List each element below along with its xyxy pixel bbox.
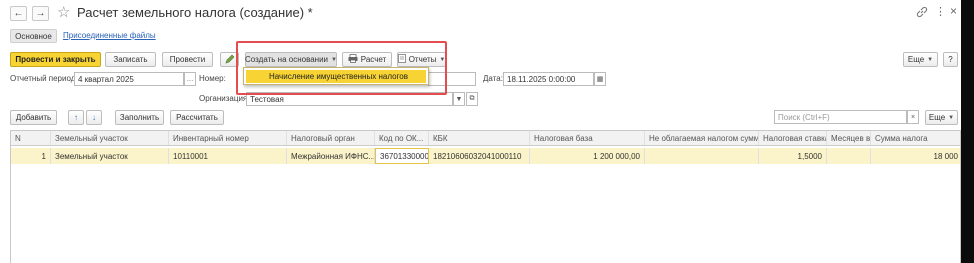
period-select-button[interactable]: … — [184, 72, 196, 86]
date-field[interactable]: 18.11.2025 0:00:00 — [503, 72, 594, 86]
tax-authority-cell[interactable]: Межрайонная ИФНС... — [287, 148, 375, 164]
organization-dropdown-button[interactable]: ▼ — [453, 92, 465, 106]
column-header[interactable]: Налоговый орган — [287, 131, 375, 145]
chevron-down-icon: ▼ — [948, 114, 955, 121]
organization-label: Организация: — [199, 94, 250, 103]
row-number: 1 — [11, 148, 51, 164]
add-row-button[interactable]: Добавить — [10, 110, 57, 125]
clear-search-icon[interactable]: × — [907, 110, 919, 124]
search-input[interactable]: Поиск (Ctrl+F) — [774, 110, 907, 124]
column-header[interactable]: Инвентарный номер — [169, 131, 287, 145]
forward-button[interactable]: → — [32, 6, 49, 21]
column-header[interactable]: Не облагаемая налогом сумма — [645, 131, 759, 145]
table-row[interactable]: 1 Земельный участок 10110001 Межрайонная… — [11, 148, 960, 164]
column-header[interactable]: Налоговая база — [530, 131, 645, 145]
date-label: Дата: — [483, 74, 503, 83]
table-header: N Земельный участок Инвентарный номер На… — [11, 131, 960, 146]
document-window: ← → ☆ Расчет земельного налога (создание… — [0, 0, 961, 263]
tax-table: N Земельный участок Инвентарный номер На… — [10, 130, 961, 263]
back-button[interactable]: ← — [10, 6, 27, 21]
months-owned-cell[interactable] — [827, 148, 871, 164]
column-header[interactable]: Налоговая ставка — [759, 131, 827, 145]
help-button[interactable]: ? — [943, 52, 958, 67]
inventory-number-cell[interactable]: 10110001 — [169, 148, 287, 164]
arrow-up-icon: ↑ — [74, 113, 78, 122]
table-more-label: Еще — [928, 113, 946, 122]
save-button[interactable]: Записать — [105, 52, 156, 67]
more-vertical-icon[interactable]: ⋮ — [935, 5, 946, 18]
move-up-button[interactable]: ↑ — [68, 110, 84, 125]
chevron-down-icon: ▼ — [927, 56, 934, 63]
calendar-icon[interactable]: ▦ — [594, 72, 606, 86]
tab-attached-files[interactable]: Присоединенные файлы — [63, 31, 156, 40]
land-plot-cell[interactable]: Земельный участок — [51, 148, 169, 164]
tab-main[interactable]: Основное — [10, 29, 57, 43]
more-button[interactable]: Еще ▼ — [903, 52, 938, 67]
highlight-callout — [236, 41, 447, 95]
period-field[interactable]: 4 квартал 2025 — [74, 72, 184, 86]
tax-rate-cell[interactable]: 1,5000 — [759, 148, 827, 164]
fill-button[interactable]: Заполнить — [115, 110, 164, 125]
exempt-amount-cell[interactable] — [645, 148, 759, 164]
number-label: Номер: — [199, 74, 226, 83]
link-icon[interactable] — [916, 6, 928, 18]
column-header[interactable]: Код по ОК... — [375, 131, 429, 145]
period-label: Отчетный период: — [10, 74, 78, 83]
column-header[interactable]: N — [11, 131, 51, 145]
post-and-close-button[interactable]: Провести и закрыть — [10, 52, 101, 67]
column-header[interactable]: Сумма налога — [871, 131, 961, 145]
arrow-down-icon: ↓ — [92, 113, 96, 122]
column-header[interactable]: КБК — [429, 131, 530, 145]
arrow-right-icon: → — [35, 8, 46, 19]
table-more-button[interactable]: Еще ▼ — [925, 110, 958, 125]
page-title: Расчет земельного налога (создание) * — [77, 5, 313, 20]
column-header[interactable]: Земельный участок — [51, 131, 169, 145]
tax-base-cell[interactable]: 1 200 000,00 — [530, 148, 645, 164]
column-header[interactable]: Месяцев вл... — [827, 131, 871, 145]
arrow-left-icon: ← — [13, 8, 24, 19]
oktmo-code-cell[interactable]: 36701330000 — [375, 148, 429, 164]
favorite-star-icon[interactable]: ☆ — [57, 3, 70, 21]
pencil-icon — [225, 54, 235, 66]
tax-amount-cell[interactable]: 18 000 — [871, 148, 961, 164]
close-icon[interactable]: × — [950, 4, 957, 18]
calculate-button[interactable]: Рассчитать — [170, 110, 224, 125]
open-link-icon[interactable]: ⧉ — [466, 92, 478, 106]
post-button[interactable]: Провести — [162, 52, 213, 67]
move-down-button[interactable]: ↓ — [86, 110, 102, 125]
more-label: Еще — [907, 55, 925, 64]
kbk-cell[interactable]: 18210606032041000110 — [429, 148, 530, 164]
